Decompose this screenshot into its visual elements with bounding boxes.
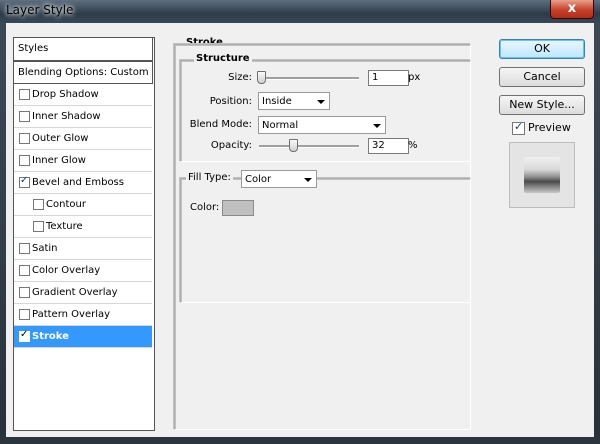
styles-header-label: Styles xyxy=(18,43,49,54)
sidebar-item-satin[interactable]: Satin xyxy=(14,238,152,260)
fill-box xyxy=(180,178,471,303)
chevron-down-icon xyxy=(373,124,381,128)
sidebar-item-outer-glow[interactable]: Outer Glow xyxy=(14,128,152,150)
size-input[interactable]: 1 xyxy=(368,70,409,86)
blending-options-item[interactable]: Blending Options: Custom xyxy=(13,61,153,84)
blending-options-label: Blending Options: Custom xyxy=(18,67,149,78)
styles-list: Styles Blending Options: Custom Drop Sha… xyxy=(13,37,155,431)
position-select[interactable]: Inside xyxy=(258,92,330,110)
ok-button[interactable]: OK xyxy=(499,39,585,59)
preview-label: Preview xyxy=(528,121,571,134)
sidebar-item-label: Texture xyxy=(46,221,83,232)
contour-checkbox[interactable] xyxy=(33,199,44,210)
sidebar-item-contour[interactable]: Contour xyxy=(14,194,152,216)
sidebar-item-color-overlay[interactable]: Color Overlay xyxy=(14,260,152,282)
sidebar-item-label: Bevel and Emboss xyxy=(32,177,124,188)
sidebar-item-label: Color Overlay xyxy=(32,265,101,276)
size-slider-thumb[interactable] xyxy=(257,71,266,84)
window-bottom-border xyxy=(0,437,600,444)
style-preview xyxy=(509,142,575,208)
dialog-body: Styles Blending Options: Custom Drop Sha… xyxy=(6,23,594,437)
opacity-slider-track[interactable] xyxy=(259,145,359,148)
opacity-input[interactable]: 32 xyxy=(368,138,409,154)
styles-header[interactable]: Styles xyxy=(13,37,153,61)
preview-checkbox[interactable] xyxy=(512,120,525,135)
sidebar-item-label: Gradient Overlay xyxy=(32,287,118,298)
cancel-button[interactable]: Cancel xyxy=(499,67,585,87)
preview-thumbnail xyxy=(524,157,560,193)
position-label: Position: xyxy=(209,96,252,107)
sidebar-item-label: Stroke xyxy=(32,331,69,342)
blend-mode-value: Normal xyxy=(262,120,299,131)
opacity-unit: % xyxy=(408,140,418,151)
sidebar-item-label: Drop Shadow xyxy=(32,89,99,100)
sidebar-item-stroke[interactable]: Stroke xyxy=(14,326,152,348)
new-style-button[interactable]: New Style... xyxy=(499,95,585,115)
position-value: Inside xyxy=(262,96,292,107)
pattern-overlay-checkbox[interactable] xyxy=(19,309,30,320)
inner-glow-checkbox[interactable] xyxy=(19,155,30,166)
outer-glow-checkbox[interactable] xyxy=(19,133,30,144)
size-unit: px xyxy=(408,72,421,83)
chevron-down-icon xyxy=(317,100,325,104)
window-title: Layer Style xyxy=(6,3,74,17)
size-slider-track[interactable] xyxy=(259,77,359,80)
blend-mode-select[interactable]: Normal xyxy=(258,116,386,134)
sidebar-item-label: Contour xyxy=(46,199,86,210)
layer-style-window: Layer Style x Styles Blending Options: C… xyxy=(0,0,600,444)
sidebar-item-inner-glow[interactable]: Inner Glow xyxy=(14,150,152,172)
bevel-and-emboss-checkbox[interactable] xyxy=(19,174,30,188)
stroke-checkbox[interactable] xyxy=(19,328,30,342)
inner-shadow-checkbox[interactable] xyxy=(19,111,30,122)
color-swatch[interactable] xyxy=(222,200,254,216)
sidebar-item-inner-shadow[interactable]: Inner Shadow xyxy=(14,106,152,128)
close-button[interactable]: x xyxy=(550,0,594,19)
blend-mode-label: Blend Mode: xyxy=(189,119,252,130)
sidebar-item-label: Outer Glow xyxy=(32,133,89,144)
structure-title: Structure xyxy=(194,53,252,64)
sidebar-item-texture[interactable]: Texture xyxy=(14,216,152,238)
color-overlay-checkbox[interactable] xyxy=(19,265,30,276)
fill-type-label: Fill Type: xyxy=(186,172,233,183)
color-label: Color: xyxy=(190,202,220,213)
sidebar-item-pattern-overlay[interactable]: Pattern Overlay xyxy=(14,304,152,326)
chevron-down-icon xyxy=(304,178,312,182)
drop-shadow-checkbox[interactable] xyxy=(19,89,30,100)
sidebar-item-label: Inner Shadow xyxy=(32,111,101,122)
sidebar-item-bevel-and-emboss[interactable]: Bevel and Emboss xyxy=(14,172,152,194)
fill-type-value: Color xyxy=(245,174,272,185)
sidebar-item-drop-shadow[interactable]: Drop Shadow xyxy=(14,84,152,106)
sidebar-item-gradient-overlay[interactable]: Gradient Overlay xyxy=(14,282,152,304)
title-bar[interactable]: Layer Style x xyxy=(0,0,600,23)
sidebar-item-label: Pattern Overlay xyxy=(32,309,111,320)
satin-checkbox[interactable] xyxy=(19,243,30,254)
sidebar-item-label: Satin xyxy=(32,243,58,254)
opacity-slider-thumb[interactable] xyxy=(289,139,298,152)
size-label: Size: xyxy=(228,72,252,83)
gradient-overlay-checkbox[interactable] xyxy=(19,287,30,298)
sidebar-item-label: Inner Glow xyxy=(32,155,86,166)
fill-type-select[interactable]: Color xyxy=(241,170,317,188)
opacity-label: Opacity: xyxy=(210,140,252,151)
texture-checkbox[interactable] xyxy=(33,221,44,232)
